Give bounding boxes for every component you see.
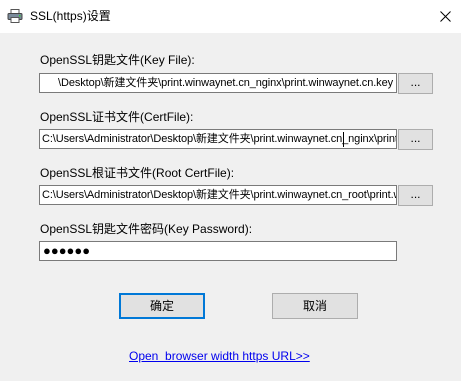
- key-password-value: ●●●●●●: [43, 243, 91, 258]
- key-password-input[interactable]: ●●●●●●: [39, 241, 397, 261]
- root-cert-file-value: C:\Users\Administrator\Desktop\新建文件夹\pri…: [42, 189, 396, 201]
- cert-file-browse-button[interactable]: ...: [398, 129, 433, 150]
- key-file-browse-button[interactable]: ...: [398, 73, 433, 94]
- root-cert-file-input[interactable]: C:\Users\Administrator\Desktop\新建文件夹\pri…: [39, 185, 397, 205]
- root-cert-file-browse-button[interactable]: ...: [398, 185, 433, 206]
- printer-icon: [7, 9, 23, 23]
- cert-file-input[interactable]: C:\Users\Administrator\Desktop\新建文件夹\pri…: [39, 129, 397, 149]
- key-file-value: \Desktop\新建文件夹\print.winwaynet.cn_nginx\…: [58, 77, 393, 89]
- key-password-label: OpenSSL钥匙文件密码(Key Password):: [40, 222, 253, 236]
- close-icon: [439, 11, 451, 22]
- text-caret: [343, 132, 344, 147]
- cert-file-label: OpenSSL证书文件(CertFile):: [40, 110, 194, 124]
- close-button[interactable]: [429, 0, 461, 33]
- window-title: SSL(https)设置: [30, 9, 111, 23]
- open-browser-link[interactable]: Open browser width https URL>>: [129, 349, 310, 363]
- key-file-label: OpenSSL钥匙文件(Key File):: [40, 53, 195, 67]
- title-bar: SSL(https)设置: [0, 0, 461, 33]
- key-file-input[interactable]: \Desktop\新建文件夹\print.winwaynet.cn_nginx\…: [39, 73, 397, 93]
- cancel-button[interactable]: 取消: [272, 293, 358, 319]
- root-cert-file-label: OpenSSL根证书文件(Root CertFile):: [40, 166, 235, 180]
- ok-button[interactable]: 确定: [119, 293, 205, 319]
